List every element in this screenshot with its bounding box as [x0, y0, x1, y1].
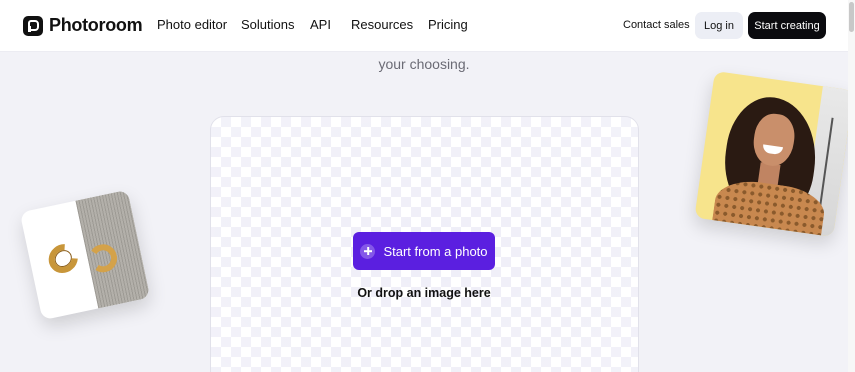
portrait-example-image	[694, 70, 854, 238]
scrollbar-thumb[interactable]	[849, 2, 854, 32]
plus-icon	[360, 243, 376, 259]
start-from-photo-button[interactable]: Start from a photo	[353, 232, 495, 270]
log-in-button[interactable]: Log in	[695, 12, 743, 39]
nav-solutions[interactable]: Solutions	[241, 17, 294, 32]
hero-subtitle: your choosing.	[378, 56, 470, 72]
page-scrollbar[interactable]	[848, 0, 855, 372]
start-creating-button[interactable]: Start creating	[748, 12, 826, 39]
drop-image-hint: Or drop an image here	[357, 286, 491, 300]
nav-resources[interactable]: Resources	[351, 17, 413, 32]
nav-pricing[interactable]: Pricing	[428, 17, 468, 32]
earrings-example-image	[19, 189, 151, 321]
start-from-photo-label: Start from a photo	[383, 243, 488, 259]
earring-left	[42, 238, 84, 280]
photoroom-logo[interactable]: Photoroom	[23, 15, 143, 36]
top-header: Photoroom Photo editor Solutions API Res…	[0, 0, 848, 52]
contact-sales-link[interactable]: Contact sales	[623, 19, 690, 31]
nav-photo-editor[interactable]: Photo editor	[157, 17, 227, 32]
logo-text: Photoroom	[49, 15, 143, 35]
photoroom-logo-icon	[23, 15, 43, 36]
nav-api[interactable]: API	[310, 17, 331, 32]
